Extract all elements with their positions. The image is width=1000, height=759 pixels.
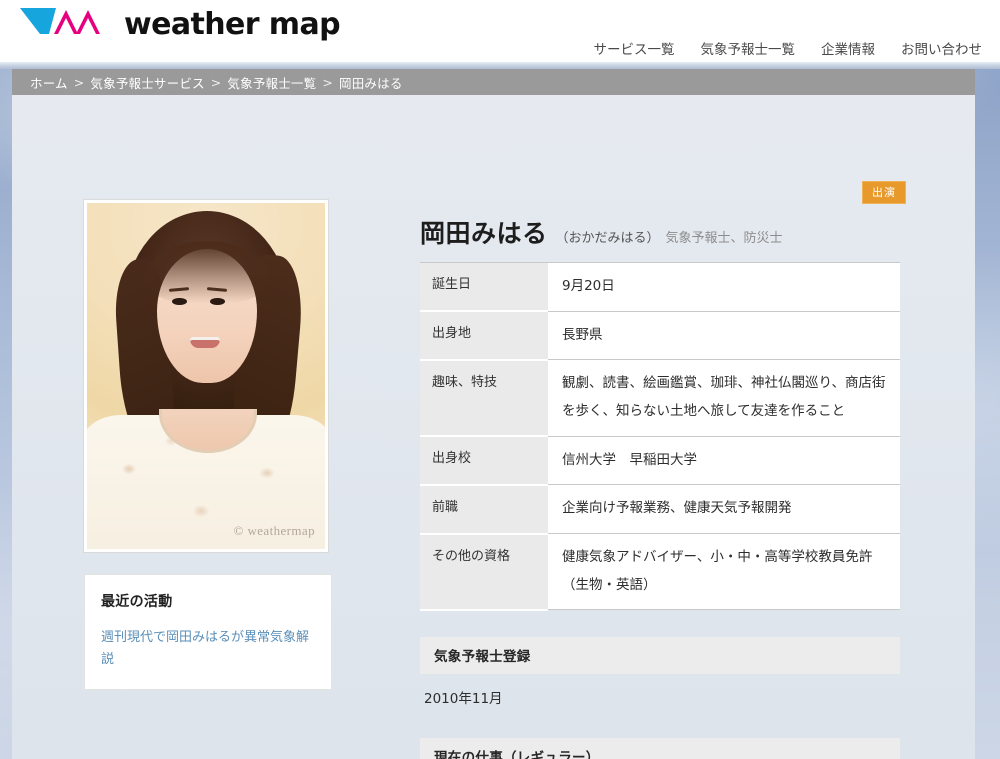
table-row: その他の資格 健康気象アドバイザー、小・中・高等学校教員免許（生物・英語） [420,534,900,610]
content-shell: ホーム > 気象予報士サービス > 気象予報士一覧 > 岡田みはる [12,69,975,759]
recent-activity-box: 最近の活動 週刊現代で岡田みはるが異常気象解説 [84,574,332,690]
site-logo-text: weather map [124,7,340,42]
breadcrumb: ホーム > 気象予報士サービス > 気象予報士一覧 > 岡田みはる [12,69,975,95]
profile-photo-image: © weathermap [87,203,325,549]
profile-label-birthplace: 出身地 [420,311,548,360]
top-navigation: サービス一覧 気象予報士一覧 企業情報 お問い合わせ [594,38,983,58]
profile-label-other-qualifications: その他の資格 [420,534,548,610]
breadcrumb-item-forecaster-list[interactable]: 気象予報士一覧 [227,73,316,92]
breadcrumb-separator: > [74,75,85,90]
profile-value-other-qualifications: 健康気象アドバイザー、小・中・高等学校教員免許（生物・英語） [548,534,900,610]
profile-label-school: 出身校 [420,436,548,485]
portrait-bangs [145,241,269,303]
profile-label-previous-job: 前職 [420,485,548,534]
portrait-eye-right [210,298,225,305]
breadcrumb-item-forecaster-service[interactable]: 気象予報士サービス [90,73,204,92]
profile-value-previous-job: 企業向け予報業務、健康天気予報開発 [548,485,900,534]
table-row: 趣味、特技 観劇、読書、絵画鑑賞、珈琲、神社仏閣巡り、商店街を歩く、知らない土地… [420,360,900,436]
section-registration: 気象予報士登録 2010年11月 [420,637,900,712]
profile-roles: 気象予報士、防災士 [666,227,783,246]
profile-value-school: 信州大学 早稲田大学 [548,436,900,485]
table-row: 出身校 信州大学 早稲田大学 [420,436,900,485]
profile-value-birthplace: 長野県 [548,311,900,360]
profile-table-body: 誕生日 9月20日 出身地 長野県 趣味、特技 観劇、読書、絵画鑑賞、珈琲、神社… [420,263,900,610]
right-column: 出演 岡田みはる （おかだみはる） 気象予報士、防災士 誕生日 9月20日 [394,200,906,759]
breadcrumb-separator: > [211,75,222,90]
table-row: 前職 企業向け予報業務、健康天気予報開発 [420,485,900,534]
profile-name-kana: （おかだみはる） [556,227,660,246]
page-root: weather map サービス一覧 気象予報士一覧 企業情報 お問い合わせ ホ… [0,0,1000,759]
profile-card: 出演 岡田みはる （おかだみはる） 気象予報士、防災士 誕生日 9月20日 [394,200,906,759]
nav-item-contact[interactable]: お問い合わせ [901,38,982,58]
section-registration-body: 2010年11月 [420,674,900,712]
portrait-eye-left [172,298,187,305]
section-registration-heading: 気象予報士登録 [420,637,900,674]
breadcrumb-item-home[interactable]: ホーム [30,73,68,92]
nav-item-forecasters[interactable]: 気象予報士一覧 [701,38,796,58]
weather-map-logo-icon [18,4,114,44]
breadcrumb-item-current: 岡田みはる [339,73,403,92]
page-title: 岡田みはる [420,214,548,250]
profile-photo: © weathermap [84,200,328,552]
breadcrumb-separator: > [322,75,333,90]
site-header: weather map サービス一覧 気象予報士一覧 企業情報 お問い合わせ [0,0,1000,62]
site-logo[interactable]: weather map [18,4,340,44]
left-column: © weathermap 最近の活動 週刊現代で岡田みはるが異常気象解説 [84,200,332,690]
profile-name-row: 岡田みはる （おかだみはる） 気象予報士、防災士 [394,200,906,262]
header-divider [0,62,1000,69]
photo-watermark: © weathermap [234,523,315,539]
status-badge: 出演 [862,181,906,204]
recent-activity-heading: 最近の活動 [101,591,315,611]
section-current-work: 現在の仕事（レギュラー） 【出演】 NHK山形「NHKニュースやまがた6時」 [420,738,900,759]
section-current-work-heading: 現在の仕事（レギュラー） [420,738,900,759]
profile-label-hobbies: 趣味、特技 [420,360,548,436]
profile-label-birthday: 誕生日 [420,263,548,312]
recent-activity-link[interactable]: 週刊現代で岡田みはるが異常気象解説 [101,627,315,671]
portrait-mouth [190,337,220,348]
profile-table: 誕生日 9月20日 出身地 長野県 趣味、特技 観劇、読書、絵画鑑賞、珈琲、神社… [420,262,900,611]
profile-value-hobbies: 観劇、読書、絵画鑑賞、珈琲、神社仏閣巡り、商店街を歩く、知らない土地へ旅して友達… [548,360,900,436]
nav-item-company[interactable]: 企業情報 [821,38,875,58]
profile-value-birthday: 9月20日 [548,263,900,312]
table-row: 誕生日 9月20日 [420,263,900,312]
content-body: © weathermap 最近の活動 週刊現代で岡田みはるが異常気象解説 出演 … [12,95,975,759]
table-row: 出身地 長野県 [420,311,900,360]
section-registration-line: 2010年11月 [424,686,900,712]
nav-item-services[interactable]: サービス一覧 [594,38,675,58]
